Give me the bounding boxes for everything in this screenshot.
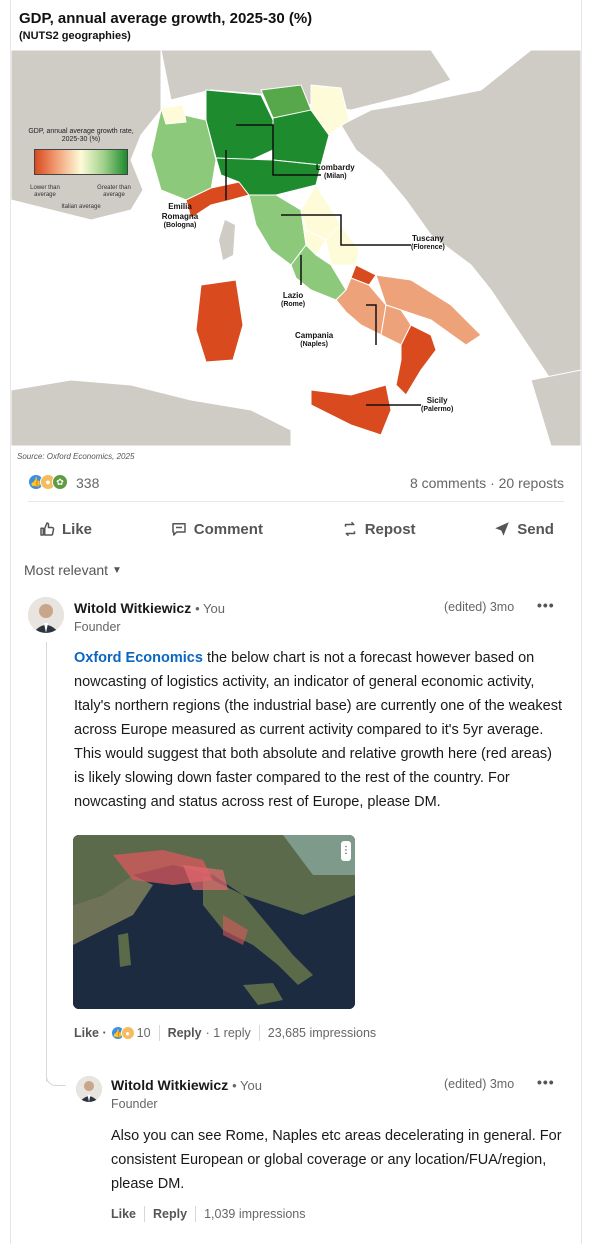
comment-button[interactable]: Comment — [160, 514, 273, 544]
repost-label: Repost — [364, 520, 416, 538]
comment-reaction-icons[interactable]: 👍 ● — [110, 1026, 135, 1040]
comment-timestamp: (edited) 3mo — [444, 600, 515, 614]
mention-link[interactable]: Oxford Economics — [74, 650, 203, 666]
comment-label: Comment — [193, 520, 263, 538]
reply-headline: Founder — [111, 1097, 158, 1111]
social-counts: 👍 ● ✿ 338 8 comments · 20 reposts — [28, 474, 564, 494]
thread-line — [46, 642, 47, 1082]
sort-label: Most relevant — [24, 562, 109, 578]
map-label-tuscany: Tuscany (Florence) — [411, 234, 445, 251]
separator — [195, 1206, 197, 1222]
post-image[interactable]: GDP, annual average growth, 2025-30 (%) … — [11, 0, 581, 468]
avatar[interactable] — [76, 1076, 102, 1102]
reply-reply-button[interactable]: Reply — [153, 1207, 187, 1221]
comment-author[interactable]: Witold Witkiewicz • You — [74, 600, 225, 616]
avatar[interactable] — [28, 597, 64, 633]
chart-subtitle: (NUTS2 geographies) — [19, 30, 131, 42]
sort-dropdown[interactable]: Most relevant ▼ — [24, 562, 122, 578]
reply-actions: Like Reply 1,039 impressions — [111, 1205, 306, 1223]
chart-source: Source: Oxford Economics, 2025 — [17, 452, 135, 461]
separator — [158, 1025, 160, 1041]
comment-reply-button[interactable]: Reply — [168, 1026, 202, 1040]
comment-image[interactable]: ⋮ — [73, 835, 355, 1009]
send-icon — [495, 522, 510, 536]
like-label: Like — [62, 520, 93, 538]
italy-region-map: GDP, annual average growth rate, 2025-30… — [11, 50, 581, 446]
repost-icon — [344, 521, 355, 537]
thumbs-up-icon — [40, 522, 55, 536]
legend-high-label: Greater than average — [97, 184, 131, 198]
send-label: Send — [517, 520, 554, 538]
region-piedmont — [150, 109, 217, 201]
separator — [144, 1206, 146, 1222]
more-options-icon[interactable]: ••• — [537, 597, 555, 613]
comment-body: Oxford Economics the below chart is not … — [74, 646, 564, 814]
comment-actions: Like · 👍 ● 10 Reply · 1 reply 23,685 imp… — [74, 1024, 376, 1042]
region-sardinia — [195, 279, 244, 363]
caret-down-icon: ▼ — [112, 564, 122, 576]
map-legend: GDP, annual average growth rate, 2025-30… — [25, 128, 137, 210]
region-aosta — [160, 104, 187, 125]
reaction-count[interactable]: 338 — [76, 475, 99, 491]
insight-icon: ● — [120, 1026, 135, 1040]
reply-author[interactable]: Witold Witkiewicz • You — [111, 1077, 262, 1093]
map-label-lombardy: Lombardy (Milan) — [316, 163, 355, 180]
legend-color-bar — [34, 148, 128, 175]
legend-mid-label: Italian average — [61, 203, 101, 210]
comment-headline: Founder — [74, 620, 121, 634]
comment-stats[interactable]: 8 comments · 20 reposts — [410, 475, 564, 491]
map-label-lazio: Lazio (Rome) — [281, 291, 306, 308]
repost-button[interactable]: Repost — [331, 514, 426, 544]
reply-timestamp: (edited) 3mo — [444, 1077, 515, 1091]
comment-body-text: the below chart is not a forecast howeve… — [74, 650, 562, 810]
comment-like-button[interactable]: Like · — [74, 1026, 107, 1040]
reply-body: Also you can see Rome, Naples etc areas … — [111, 1128, 562, 1192]
comment-icon — [172, 523, 186, 536]
image-more-icon[interactable]: ⋮ — [341, 841, 351, 861]
comment-reaction-count[interactable]: 10 — [137, 1026, 151, 1040]
you-badge: • You — [195, 601, 225, 616]
legend-low-label: Lower than average — [30, 184, 60, 198]
action-bar: Like Comment Repost Send — [28, 512, 564, 546]
celebrate-icon: ✿ — [52, 474, 68, 490]
you-badge: • You — [232, 1078, 262, 1093]
map-label-sicily: Sicily (Palermo) — [421, 396, 454, 413]
send-button[interactable]: Send — [483, 514, 564, 544]
chart-title: GDP, annual average growth, 2025-30 (%) — [19, 10, 313, 27]
more-options-icon[interactable]: ••• — [537, 1074, 555, 1090]
divider — [28, 501, 564, 502]
impressions-count: 23,685 impressions — [267, 1026, 377, 1040]
legend-title: GDP, annual average growth rate, 2025-30… — [28, 128, 134, 144]
reply-impressions-count: 1,039 impressions — [204, 1207, 306, 1221]
map-label-emilia-romagna: Emilia Romagna (Bologna) — [161, 202, 199, 229]
map-label-campania: Campania (Naples) — [295, 331, 334, 348]
reaction-icons[interactable]: 👍 ● ✿ — [28, 474, 68, 490]
like-button[interactable]: Like — [28, 514, 102, 544]
reply-count[interactable]: · 1 reply — [206, 1026, 251, 1040]
thread-connector — [46, 1070, 66, 1086]
reply-like-button[interactable]: Like — [111, 1207, 136, 1221]
separator — [258, 1025, 260, 1041]
